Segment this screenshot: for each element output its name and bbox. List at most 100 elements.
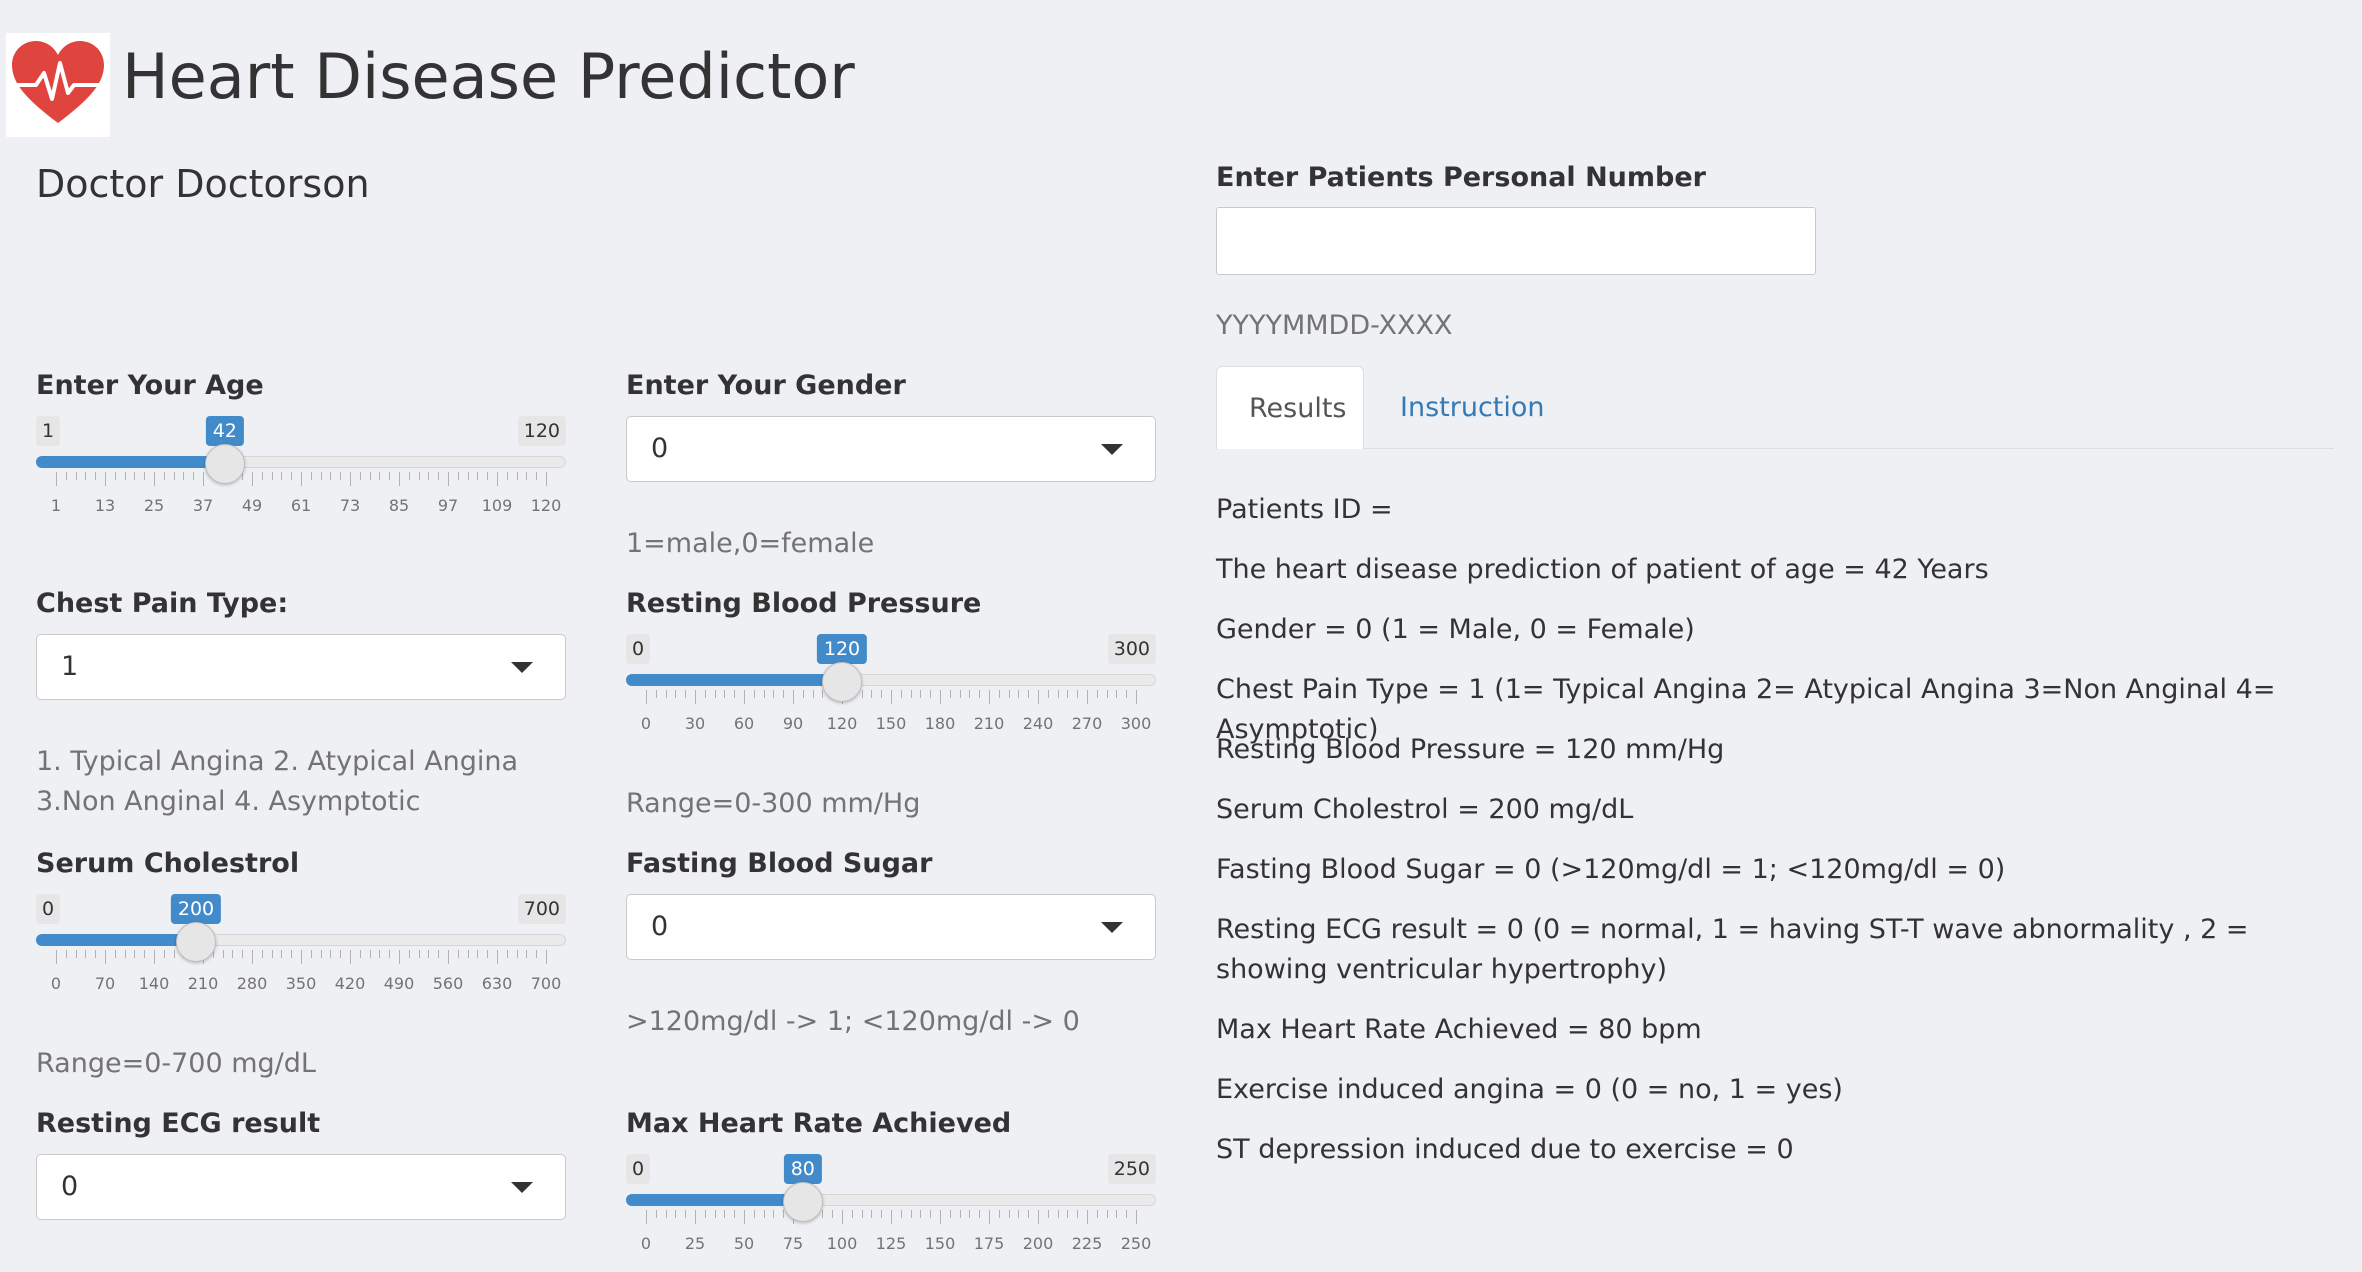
patient-number-input[interactable]	[1216, 207, 1816, 275]
slider-handle[interactable]	[204, 444, 245, 484]
slider-handle[interactable]	[822, 662, 862, 702]
max-hr-label: Max Heart Rate Achieved	[626, 1108, 1012, 1139]
slider-minor-tick	[871, 1210, 873, 1218]
slider-minor-tick	[183, 472, 185, 480]
slider-minor-tick	[408, 472, 410, 480]
slider-minor-tick	[1126, 690, 1128, 698]
chest-pain-select[interactable]: 1	[36, 634, 566, 700]
slider-minor-tick	[506, 950, 508, 958]
slider-minor-tick	[969, 1210, 971, 1218]
slider-major-tick	[695, 1210, 696, 1224]
resting-bp-slider[interactable]: 0 30 60 90 120 150 180 210 240 270 300 0 300 120	[626, 634, 1156, 746]
slider-major-tick	[154, 950, 155, 964]
slider-minor-tick	[665, 1210, 667, 1218]
slider-tick-label: 70	[94, 974, 116, 993]
chest-pain-help: 1. Typical Angina 2. Atypical Angina 3.N…	[36, 746, 519, 817]
patient-number-help: YYYYMMDD-XXXX	[1216, 310, 1453, 341]
slider-minor-tick	[1028, 1210, 1030, 1218]
slider-tick-label: 270	[1071, 714, 1103, 733]
slider-tick-label: 200	[1022, 1234, 1054, 1253]
slider-major-tick	[252, 472, 253, 486]
slider-minor-tick	[949, 1210, 951, 1218]
slider-minor-tick	[418, 950, 420, 958]
tabs-divider	[1216, 448, 2334, 449]
slider-tick-label: 120	[826, 714, 858, 733]
slider-value-badge: 200	[170, 894, 222, 924]
tab-instruction[interactable]: Instruction	[1400, 392, 1545, 423]
slider-minor-tick	[389, 472, 391, 480]
slider-minor-tick	[900, 690, 902, 698]
slider-minor-tick	[822, 690, 824, 698]
gender-select-value: 0	[651, 433, 669, 464]
slider-minor-tick	[1047, 690, 1049, 698]
slider-tick-label: 300	[1120, 714, 1152, 733]
slider-major-tick	[399, 472, 400, 486]
slider-major-tick	[646, 1210, 647, 1224]
slider-minor-tick	[369, 472, 371, 480]
slider-major-tick	[842, 1210, 843, 1224]
cholestrol-slider[interactable]: 0 70 140 210 280 350 420 490 560 630 700 0 700 200	[36, 894, 566, 1006]
slider-minor-tick	[526, 950, 528, 958]
slider-tick-label: 490	[383, 974, 415, 993]
age-label: Enter Your Age	[36, 370, 264, 401]
slider-minor-tick	[438, 950, 440, 958]
slider-minor-tick	[1028, 690, 1030, 698]
slider-max-badge: 300	[1107, 634, 1156, 664]
slider-minor-tick	[783, 690, 785, 698]
slider-tick-label: 50	[733, 1234, 755, 1253]
slider-major-tick	[399, 950, 400, 964]
slider-minor-tick	[320, 950, 322, 958]
slider-minor-tick	[477, 472, 479, 480]
slider-minor-tick	[832, 1210, 834, 1218]
slider-tick-label: 180	[924, 714, 956, 733]
slider-minor-tick	[163, 950, 165, 958]
slider-tick-label: 85	[388, 496, 410, 515]
slider-minor-tick	[1116, 1210, 1118, 1218]
slider-major-tick	[448, 472, 449, 486]
tab-results[interactable]: Results	[1216, 366, 1364, 449]
slider-handle[interactable]	[176, 922, 216, 962]
slider-tick-label: 210	[187, 974, 219, 993]
slider-minor-tick	[861, 690, 863, 698]
max-hr-slider[interactable]: 0 25 50 75 100 125 150 175 200 225 250 0 250 80	[626, 1154, 1156, 1266]
slider-minor-tick	[763, 690, 765, 698]
heart-pulse-icon	[6, 33, 110, 137]
fbs-select[interactable]: 0	[626, 894, 1156, 960]
slider-max-badge: 120	[517, 416, 566, 446]
slider-fill	[36, 934, 196, 946]
age-slider[interactable]: 1 13 25 37 49 61 73 85 97 109 120 1 120 42	[36, 416, 566, 528]
slider-minor-tick	[1018, 1210, 1020, 1218]
slider-major-tick	[1136, 1210, 1137, 1224]
gender-label: Enter Your Gender	[626, 370, 906, 401]
slider-major-tick	[891, 1210, 892, 1224]
slider-major-tick	[1038, 690, 1039, 704]
slider-minor-tick	[685, 690, 687, 698]
slider-minor-tick	[114, 950, 116, 958]
slider-tick-label: 420	[334, 974, 366, 993]
slider-min-badge: 0	[36, 894, 61, 924]
slider-minor-tick	[281, 472, 283, 480]
slider-minor-tick	[881, 690, 883, 698]
slider-minor-tick	[457, 472, 459, 480]
slider-minor-tick	[428, 472, 430, 480]
slider-tick-label: 280	[236, 974, 268, 993]
slider-minor-tick	[1077, 690, 1079, 698]
caret-down-icon	[1101, 922, 1123, 933]
slider-minor-tick	[222, 950, 224, 958]
slider-max-badge: 250	[1107, 1154, 1156, 1184]
slider-minor-tick	[910, 690, 912, 698]
slider-major-tick	[1087, 690, 1088, 704]
slider-handle[interactable]	[782, 1182, 823, 1222]
slider-tick-label: 350	[285, 974, 317, 993]
slider-minor-tick	[242, 950, 244, 958]
slider-major-tick	[350, 950, 351, 964]
slider-major-tick	[744, 1210, 745, 1224]
slider-minor-tick	[516, 950, 518, 958]
slider-major-tick	[989, 1210, 990, 1224]
ecg-select[interactable]: 0	[36, 1154, 566, 1220]
gender-select[interactable]: 0	[626, 416, 1156, 482]
slider-minor-tick	[714, 690, 716, 698]
slider-major-tick	[203, 472, 204, 486]
slider-tick-label: 13	[94, 496, 116, 515]
ecg-label: Resting ECG result	[36, 1108, 321, 1139]
